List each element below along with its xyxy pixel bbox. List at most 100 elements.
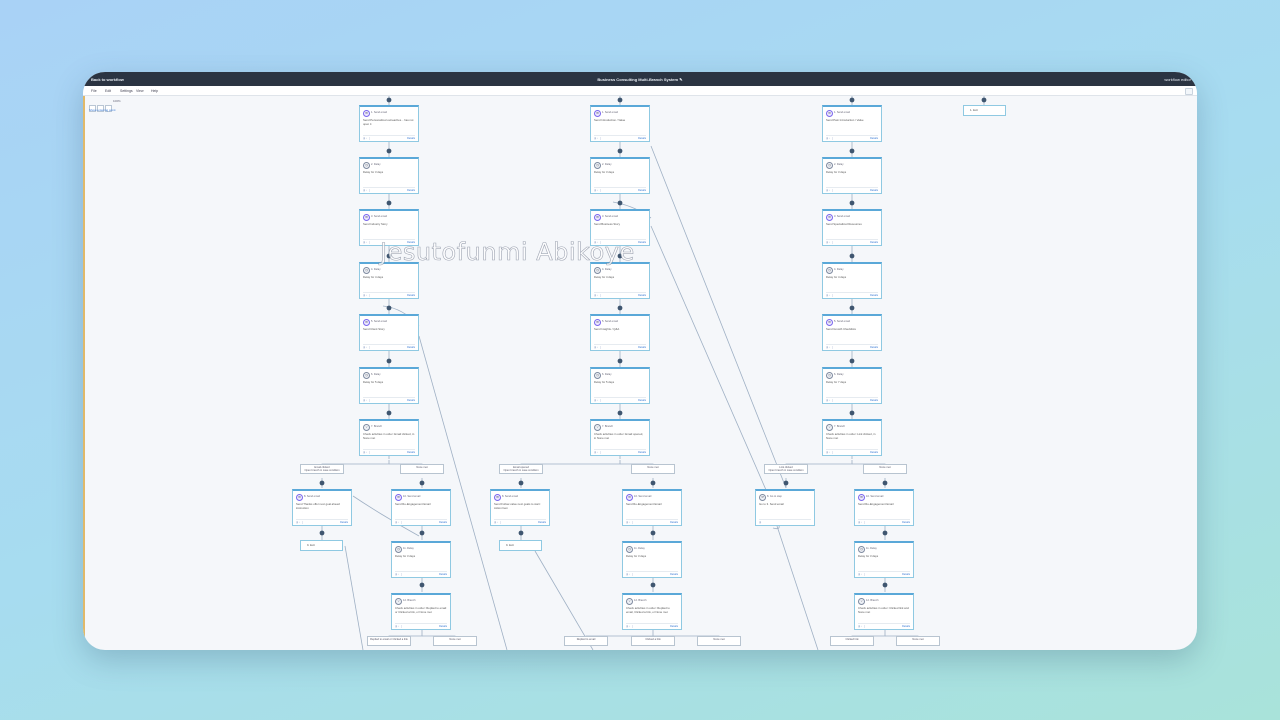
step-card[interactable]: ◷ 2. Delay Delay for 3 days ◷◦⋮ Details xyxy=(590,157,650,194)
menu-edit[interactable]: Edit xyxy=(105,89,111,93)
step-card[interactable]: ◷ 11. Delay Delay for 3 days ◷◦⋮ Details xyxy=(854,541,914,578)
step-actions-icons[interactable]: ◷◦⋮ xyxy=(826,241,835,244)
details-link[interactable]: Details xyxy=(902,625,910,628)
step-actions-icons[interactable]: ◷◦⋮ xyxy=(826,451,835,454)
details-link[interactable]: Details xyxy=(439,573,447,576)
step-actions-icons[interactable]: ◷◦⋮ xyxy=(363,137,372,140)
branch-label[interactable]: None met xyxy=(863,464,907,474)
step-actions-icons[interactable]: ◷◦⋮ xyxy=(594,294,603,297)
step-card[interactable]: ✉ 1. Send email Send Introduction / Value ◷… xyxy=(590,105,650,142)
details-link[interactable]: Details xyxy=(870,189,878,192)
step-actions-icons[interactable]: ◷◦⋮ xyxy=(826,346,835,349)
branch-label[interactable]: None met xyxy=(631,464,675,474)
step-actions-icons[interactable]: ◷◦⋮ xyxy=(363,451,372,454)
details-link[interactable]: Details xyxy=(670,521,678,524)
details-link[interactable]: Details xyxy=(870,294,878,297)
menu-file[interactable]: File xyxy=(91,89,97,93)
details-link[interactable]: Details xyxy=(638,346,646,349)
branch-label[interactable]: None met xyxy=(400,464,444,474)
step-card[interactable]: ◷ 6. Delay Delay for 5 days ◷◦⋮ Details xyxy=(359,367,419,404)
step-actions-icons[interactable]: ◷◦⋮ xyxy=(494,521,503,524)
step-card[interactable]: ✉ 10. Send email Send Re-Engagement Email ◷… xyxy=(391,489,451,526)
menu-settings[interactable]: Settings xyxy=(120,89,133,93)
details-link[interactable]: Details xyxy=(538,521,546,524)
branch-label[interactable]: None met xyxy=(433,636,477,646)
step-card[interactable]: ⑂ 12. Branch Check activities in order: Re… xyxy=(622,593,682,630)
details-link[interactable]: Details xyxy=(407,451,415,454)
branch-label[interactable]: Clicked a link xyxy=(631,636,675,646)
workflow-canvas[interactable]: 100% Show entering point ✉ 1. Send email… xyxy=(83,96,1197,650)
step-actions-icons[interactable]: ◷◦⋮ xyxy=(395,573,404,576)
exit-card[interactable]: 9. Exit xyxy=(499,540,542,551)
step-card[interactable]: ⑂ 12. Branch Check activities in order: Cl… xyxy=(854,593,914,630)
branch-label[interactable]: Link clicked Open branch in case conditio… xyxy=(764,464,808,474)
step-card[interactable]: ✉ 10. Send email Send Re-Engagement Email ◷… xyxy=(622,489,682,526)
step-actions-icons[interactable]: ◷◦⋮ xyxy=(363,294,372,297)
details-link[interactable]: Details xyxy=(870,451,878,454)
menu-help[interactable]: Help xyxy=(151,89,158,93)
details-link[interactable]: Details xyxy=(638,137,646,140)
branch-label[interactable]: Clicked link xyxy=(830,636,874,646)
details-link[interactable]: Details xyxy=(407,346,415,349)
details-link[interactable]: Details xyxy=(870,241,878,244)
step-card[interactable]: ◷ 11. Delay Delay for 3 days ◷◦⋮ Details xyxy=(391,541,451,578)
step-card[interactable]: ↺ 8. Go to step Go to 3. Send email ◷ xyxy=(755,489,815,526)
details-link[interactable]: Details xyxy=(407,189,415,192)
step-actions-icons[interactable]: ◷◦⋮ xyxy=(594,346,603,349)
exit-card[interactable]: 9. Exit xyxy=(300,540,343,551)
step-card[interactable]: ⑂ 12. Branch Check activities in order: Re… xyxy=(391,593,451,630)
details-link[interactable]: Details xyxy=(439,521,447,524)
step-card[interactable]: ◷ 4. Delay Delay for 4 days ◷◦⋮ Details xyxy=(359,262,419,299)
details-link[interactable]: Details xyxy=(340,521,348,524)
step-card[interactable]: ◷ 6. Delay Delay for 5 days ◷◦⋮ Details xyxy=(590,367,650,404)
step-actions-icons[interactable]: ◷◦⋮ xyxy=(826,294,835,297)
branch-label[interactable]: Email opened Open branch in case conditio… xyxy=(499,464,543,474)
step-card[interactable]: ✉ 8. Send email Send Thanks offer next goa… xyxy=(292,489,352,526)
step-actions-icons[interactable]: ◷◦⋮ xyxy=(594,137,603,140)
step-card[interactable]: ◷ 4. Delay Delay for 4 days ◷◦⋮ Details xyxy=(590,262,650,299)
step-actions-icons[interactable]: ◷◦⋮ xyxy=(858,625,867,628)
details-link[interactable]: Details xyxy=(670,625,678,628)
details-link[interactable]: Details xyxy=(638,294,646,297)
step-actions-icons[interactable]: ◷◦⋮ xyxy=(363,346,372,349)
step-actions-icons[interactable]: ◷◦⋮ xyxy=(858,521,867,524)
fit-view-button[interactable] xyxy=(1185,88,1193,95)
step-actions-icons[interactable]: ◷◦⋮ xyxy=(858,573,867,576)
step-actions-icons[interactable]: ◷◦⋮ xyxy=(594,189,603,192)
details-link[interactable]: Details xyxy=(638,451,646,454)
step-actions-icons[interactable]: ◷◦⋮ xyxy=(626,573,635,576)
details-link[interactable]: Details xyxy=(407,137,415,140)
step-actions-icons[interactable]: ◷◦⋮ xyxy=(826,189,835,192)
workflow-title[interactable]: Business Consulting Multi-Branch System … xyxy=(83,77,1197,82)
step-card[interactable]: ◷ 6. Delay Delay for 7 days ◷◦⋮ Details xyxy=(822,367,882,404)
step-card[interactable]: ◷ 2. Delay Delay for 3 days ◷◦⋮ Details xyxy=(359,157,419,194)
exit-card[interactable]: 1. Exit xyxy=(963,105,1006,116)
step-actions-icons[interactable]: ◷ xyxy=(759,521,762,524)
step-actions-icons[interactable]: ◷◦⋮ xyxy=(363,399,372,402)
menu-view[interactable]: View xyxy=(136,89,144,93)
step-card[interactable]: ✉ 1. Send email Send Pain Introduction / V… xyxy=(822,105,882,142)
step-card[interactable]: ◷ 4. Delay Delay for 4 days ◷◦⋮ Details xyxy=(822,262,882,299)
step-card[interactable]: ✉ 5. Send email Send Growth Checklists ◷◦⋮ D… xyxy=(822,314,882,351)
step-actions-icons[interactable]: ◷◦⋮ xyxy=(826,137,835,140)
step-actions-icons[interactable]: ◷◦⋮ xyxy=(826,399,835,402)
details-link[interactable]: Details xyxy=(902,521,910,524)
step-card[interactable]: ◷ 11. Delay Delay for 3 days ◷◦⋮ Details xyxy=(622,541,682,578)
step-card[interactable]: ✉ 5. Send email Send Client Story ◷◦⋮ Detail… xyxy=(359,314,419,351)
step-card[interactable]: ✉ 5. Send email Send Insights / Q&A ◷◦⋮ Deta… xyxy=(590,314,650,351)
details-link[interactable]: Details xyxy=(638,399,646,402)
details-link[interactable]: Details xyxy=(870,346,878,349)
step-card[interactable]: ✉ 8. Send email Send Follow value next goa… xyxy=(490,489,550,526)
branch-label[interactable]: Replied to email xyxy=(564,636,608,646)
step-card[interactable]: ◷ 2. Delay Delay for 3 days ◷◦⋮ Details xyxy=(822,157,882,194)
step-actions-icons[interactable]: ◷◦⋮ xyxy=(363,189,372,192)
step-actions-icons[interactable]: ◷◦⋮ xyxy=(395,521,404,524)
step-card[interactable]: ✉ 3. Send email Send Specialized Resources… xyxy=(822,209,882,246)
step-card[interactable]: ⑂ 7. Branch Check activities in order: Ema… xyxy=(590,419,650,456)
details-link[interactable]: Details xyxy=(870,137,878,140)
step-card[interactable]: ⑂ 7. Branch Check activities in order: Lin… xyxy=(822,419,882,456)
pencil-icon[interactable]: ✎ xyxy=(679,77,682,82)
details-link[interactable]: Details xyxy=(638,189,646,192)
branch-label[interactable]: None met xyxy=(697,636,741,646)
step-actions-icons[interactable]: ◷◦⋮ xyxy=(296,521,305,524)
